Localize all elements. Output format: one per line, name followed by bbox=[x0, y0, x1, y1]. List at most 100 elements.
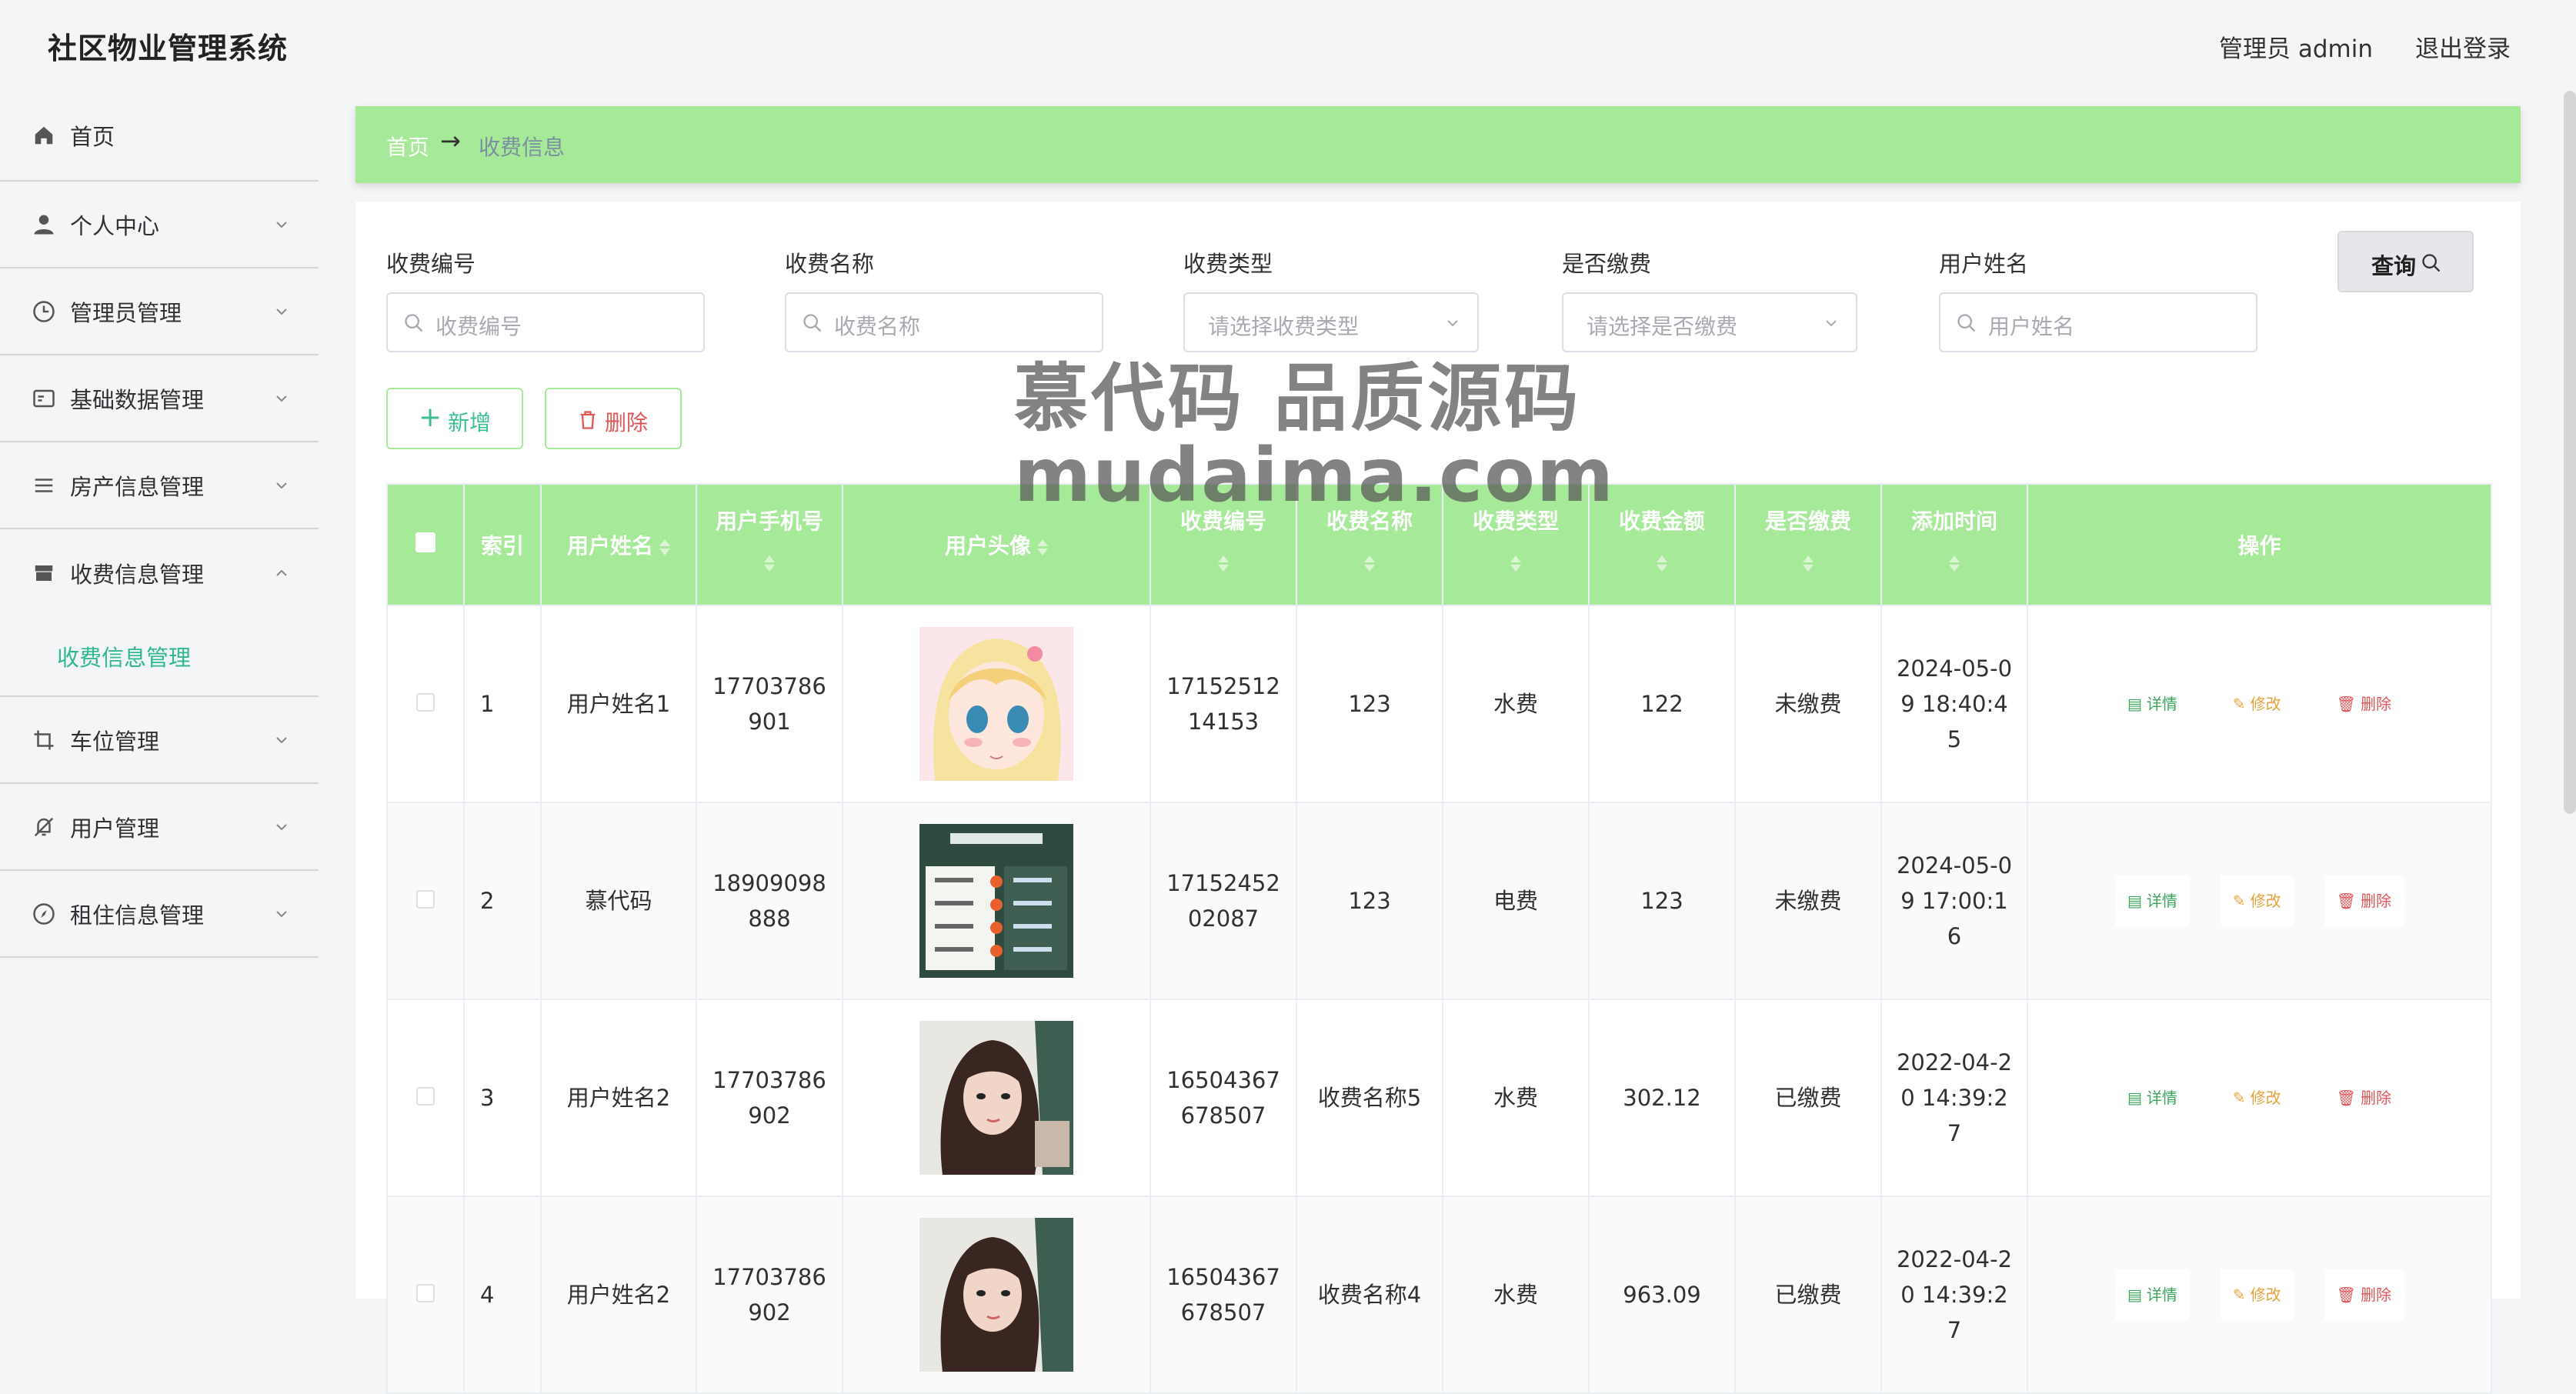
index-cell: 4 bbox=[463, 1196, 542, 1394]
time-value: 2022-04-20 14:39:27 bbox=[1896, 1049, 2013, 1146]
sidebar-item-parking[interactable]: 车位管理 bbox=[0, 697, 319, 784]
phone-value: 17703786902 bbox=[712, 1264, 826, 1326]
detail-button[interactable]: ▤ 详情 bbox=[2114, 875, 2190, 926]
detail-button[interactable]: ▤ 详情 bbox=[2114, 1072, 2190, 1123]
sidebar-item-admin[interactable]: 管理员管理 bbox=[0, 268, 319, 355]
search-icon bbox=[803, 314, 822, 332]
select-all-checkbox[interactable] bbox=[415, 532, 435, 552]
add-button[interactable]: + 新增 bbox=[386, 388, 523, 449]
sort-icon[interactable] bbox=[1657, 553, 1667, 574]
sidebar: 首页 个人中心 管理员管理 基础数据管理 房产信息管理 收费信息管理 收费信息管… bbox=[0, 91, 319, 958]
paid-value: 已缴费 bbox=[1774, 1282, 1842, 1308]
amount-cell: 302.12 bbox=[1588, 999, 1736, 1197]
chevron-down-icon bbox=[276, 221, 287, 228]
edit-button[interactable]: ✎ 修改 bbox=[2220, 875, 2294, 926]
paid-select[interactable]: 请选择是否缴费 bbox=[1562, 292, 1857, 352]
column-header[interactable]: 用户姓名 bbox=[540, 483, 697, 606]
batch-delete-button[interactable]: 删除 bbox=[545, 388, 682, 449]
delete-label: 删除 bbox=[2361, 1089, 2392, 1107]
name-value: 慕代码 bbox=[585, 888, 652, 914]
sidebar-item-property[interactable]: 房产信息管理 bbox=[0, 442, 319, 529]
fee-no-cell: 1715251214153 bbox=[1150, 605, 1297, 803]
logout-link[interactable]: 退出登录 bbox=[2415, 29, 2511, 64]
chevron-down-icon bbox=[276, 308, 287, 315]
delete-label: 删除 bbox=[2361, 892, 2392, 910]
fee-type-value: 水费 bbox=[1493, 1282, 1538, 1308]
crop-icon bbox=[31, 727, 57, 753]
row-checkbox[interactable] bbox=[416, 890, 435, 909]
list-icon bbox=[31, 472, 57, 499]
chevron-down-icon bbox=[276, 736, 287, 743]
username-input[interactable]: 用户姓名 bbox=[1939, 292, 2257, 352]
row-checkbox[interactable] bbox=[416, 693, 435, 712]
name-cell: 慕代码 bbox=[540, 802, 697, 1000]
time-cell: 2024-05-09 18:40:45 bbox=[1880, 605, 2028, 803]
row-checkbox[interactable] bbox=[416, 1284, 435, 1302]
delete-button[interactable]: 🗑 删除 bbox=[2324, 679, 2404, 729]
sort-icon[interactable] bbox=[1803, 553, 1814, 574]
delete-button[interactable]: 🗑 删除 bbox=[2324, 1269, 2404, 1320]
delete-label: 删除 bbox=[2361, 695, 2392, 713]
sort-icon[interactable] bbox=[764, 553, 775, 574]
sort-icon[interactable] bbox=[1949, 553, 1960, 574]
detail-label: 详情 bbox=[2146, 1089, 2177, 1107]
vertical-scrollbar[interactable] bbox=[2564, 91, 2576, 814]
detail-button[interactable]: ▤ 详情 bbox=[2114, 1269, 2190, 1320]
amount-cell: 123 bbox=[1588, 802, 1736, 1000]
breadcrumb-home[interactable]: 首页 bbox=[386, 131, 429, 162]
column-header[interactable]: 是否缴费 bbox=[1734, 483, 1882, 606]
select-all-cell bbox=[386, 483, 465, 606]
paid-value: 已缴费 bbox=[1774, 1085, 1842, 1111]
edit-button[interactable]: ✎ 修改 bbox=[2220, 1072, 2294, 1123]
fee-no-input[interactable]: 收费编号 bbox=[386, 292, 705, 352]
avatar[interactable] bbox=[919, 1021, 1073, 1175]
column-header[interactable]: 用户手机号 bbox=[696, 483, 843, 606]
sidebar-subitem-fee-management[interactable]: 收费信息管理 bbox=[57, 640, 191, 672]
index-value: 1 bbox=[480, 691, 495, 717]
detail-button[interactable]: ▤ 详情 bbox=[2114, 679, 2190, 729]
sidebar-item-personal-center[interactable]: 个人中心 bbox=[0, 182, 319, 268]
id-card-icon bbox=[31, 385, 57, 412]
pencil-icon: ✎ bbox=[2232, 1089, 2246, 1107]
column-header[interactable]: 添加时间 bbox=[1880, 483, 2028, 606]
paid-cell: 已缴费 bbox=[1734, 1196, 1882, 1394]
name-cell: 用户姓名2 bbox=[540, 1196, 697, 1394]
index-cell: 1 bbox=[463, 605, 542, 803]
submenu-fee-management: 收费信息管理 bbox=[0, 616, 319, 697]
delete-button-label: 删除 bbox=[605, 410, 649, 435]
avatar[interactable] bbox=[919, 1218, 1073, 1372]
fee-name-cell: 123 bbox=[1296, 802, 1443, 1000]
delete-button[interactable]: 🗑 删除 bbox=[2324, 875, 2404, 926]
avatar-cell bbox=[842, 999, 1151, 1197]
fee-type-value: 水费 bbox=[1493, 691, 1538, 717]
sidebar-item-home[interactable]: 首页 bbox=[0, 91, 319, 182]
sort-icon[interactable] bbox=[1364, 553, 1375, 574]
edit-label: 修改 bbox=[2250, 1089, 2281, 1107]
paid-value: 未缴费 bbox=[1774, 691, 1842, 717]
sidebar-item-basic-data[interactable]: 基础数据管理 bbox=[0, 355, 319, 442]
avatar[interactable] bbox=[919, 627, 1073, 781]
index-value: 3 bbox=[480, 1085, 495, 1111]
search-icon bbox=[2422, 254, 2441, 272]
sidebar-item-label: 收费信息管理 bbox=[70, 561, 205, 588]
delete-button[interactable]: 🗑 删除 bbox=[2324, 1072, 2404, 1123]
arrow-right-icon: → bbox=[440, 126, 461, 155]
fee-no-cell: 16504367678507 bbox=[1150, 1196, 1297, 1394]
query-button[interactable]: 查询 bbox=[2337, 231, 2474, 292]
sort-icon[interactable] bbox=[1510, 553, 1521, 574]
avatar[interactable] bbox=[919, 824, 1073, 978]
sidebar-item-rental[interactable]: 租住信息管理 bbox=[0, 871, 319, 958]
avatar-cell bbox=[842, 605, 1151, 803]
fee-type-cell: 水费 bbox=[1442, 999, 1590, 1197]
edit-button[interactable]: ✎ 修改 bbox=[2220, 1269, 2294, 1320]
sort-icon[interactable] bbox=[1218, 553, 1229, 574]
sort-icon[interactable] bbox=[1037, 537, 1048, 558]
fee-no-value: 1715245202087 bbox=[1166, 870, 1280, 932]
row-checkbox[interactable] bbox=[416, 1087, 435, 1106]
edit-button[interactable]: ✎ 修改 bbox=[2220, 679, 2294, 729]
sidebar-item-fee[interactable]: 收费信息管理 bbox=[0, 529, 319, 616]
username-label: 用户姓名 bbox=[1939, 251, 2029, 277]
sidebar-item-users[interactable]: 用户管理 bbox=[0, 784, 319, 871]
phone-cell: 17703786901 bbox=[696, 605, 843, 803]
sort-icon[interactable] bbox=[659, 537, 670, 558]
